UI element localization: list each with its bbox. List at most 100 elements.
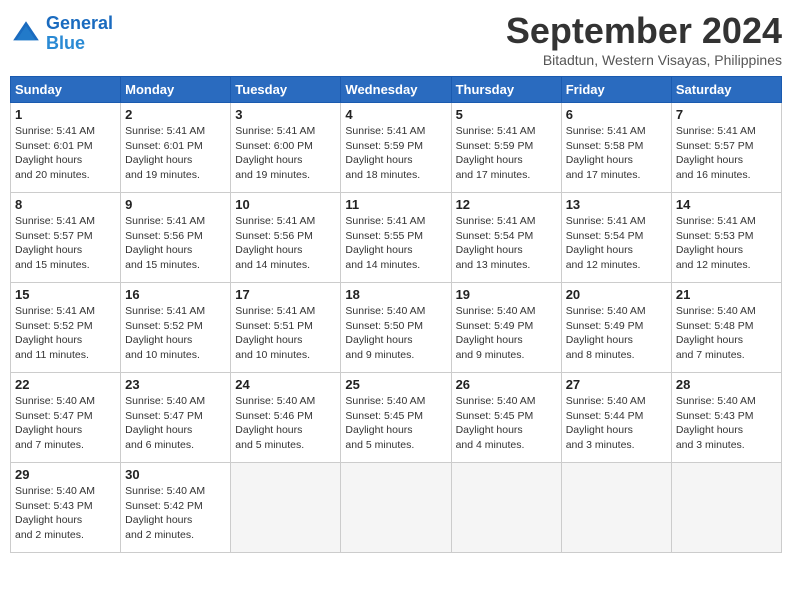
calendar-cell: 23Sunrise: 5:40 AMSunset: 5:47 PMDayligh… [121, 373, 231, 463]
calendar-cell: 12 Sunrise: 5:41 AMSunset: 5:54 PMDayligh… [451, 193, 561, 283]
day-number: 7 [676, 107, 777, 122]
day-number: 5 [456, 107, 557, 122]
day-number: 27 [566, 377, 667, 392]
day-number: 23 [125, 377, 226, 392]
day-info: Sunrise: 5:40 AMSunset: 5:44 PMDaylight … [566, 394, 667, 453]
col-thursday: Thursday [451, 77, 561, 103]
calendar-cell: 3 Sunrise: 5:41 AMSunset: 6:00 PMDaylight… [231, 103, 341, 193]
day-number: 29 [15, 467, 116, 482]
calendar-week-3: 15Sunrise: 5:41 AMSunset: 5:52 PMDayligh… [11, 283, 782, 373]
day-number: 2 [125, 107, 226, 122]
calendar-cell: 26 Sunrise: 5:40 AMSunset: 5:45 PMDayligh… [451, 373, 561, 463]
day-info: Sunrise: 5:40 AMSunset: 5:50 PMDaylight … [345, 304, 446, 363]
day-number: 17 [235, 287, 336, 302]
day-number: 11 [345, 197, 446, 212]
calendar-cell: 25Sunrise: 5:40 AMSunset: 5:45 PMDayligh… [341, 373, 451, 463]
calendar-week-4: 22 Sunrise: 5:40 AMSunset: 5:47 PMDayligh… [11, 373, 782, 463]
calendar-cell: 11 Sunrise: 5:41 AMSunset: 5:55 PMDayligh… [341, 193, 451, 283]
logo: General Blue [10, 14, 113, 54]
calendar-cell: 20 Sunrise: 5:40 AMSunset: 5:49 PMDayligh… [561, 283, 671, 373]
day-number: 9 [125, 197, 226, 212]
day-info: Sunrise: 5:40 AMSunset: 5:45 PMDaylight … [456, 394, 557, 453]
day-info: Sunrise: 5:40 AMSunset: 5:46 PMDaylight … [235, 394, 336, 453]
calendar-cell: 27 Sunrise: 5:40 AMSunset: 5:44 PMDayligh… [561, 373, 671, 463]
day-info: Sunrise: 5:40 AMSunset: 5:48 PMDaylight … [676, 304, 777, 363]
day-info: Sunrise: 5:41 AMSunset: 5:56 PMDaylight … [235, 214, 336, 273]
calendar-cell: 5 Sunrise: 5:41 AMSunset: 5:59 PMDaylight… [451, 103, 561, 193]
logo-text: General Blue [46, 14, 113, 54]
col-monday: Monday [121, 77, 231, 103]
calendar-week-1: 1 Sunrise: 5:41 AMSunset: 6:01 PMDaylight… [11, 103, 782, 193]
calendar-cell: 9 Sunrise: 5:41 AMSunset: 5:56 PMDaylight… [121, 193, 231, 283]
calendar-cell: 4Sunrise: 5:41 AMSunset: 5:59 PMDaylight… [341, 103, 451, 193]
calendar-cell: 21 Sunrise: 5:40 AMSunset: 5:48 PMDayligh… [671, 283, 781, 373]
day-info: Sunrise: 5:40 AMSunset: 5:43 PMDaylight … [676, 394, 777, 453]
day-info: Sunrise: 5:41 AMSunset: 5:59 PMDaylight … [456, 124, 557, 183]
calendar-cell: 17 Sunrise: 5:41 AMSunset: 5:51 PMDayligh… [231, 283, 341, 373]
day-info: Sunrise: 5:41 AMSunset: 5:52 PMDaylight … [15, 304, 116, 363]
calendar-cell: 28 Sunrise: 5:40 AMSunset: 5:43 PMDayligh… [671, 373, 781, 463]
day-number: 25 [345, 377, 446, 392]
calendar-cell [231, 463, 341, 553]
calendar-cell: 8 Sunrise: 5:41 AMSunset: 5:57 PMDaylight… [11, 193, 121, 283]
day-info: Sunrise: 5:41 AMSunset: 5:54 PMDaylight … [456, 214, 557, 273]
calendar-cell: 14Sunrise: 5:41 AMSunset: 5:53 PMDayligh… [671, 193, 781, 283]
day-number: 21 [676, 287, 777, 302]
day-number: 14 [676, 197, 777, 212]
day-info: Sunrise: 5:41 AMSunset: 6:01 PMDaylight … [125, 124, 226, 183]
calendar-cell: 22 Sunrise: 5:40 AMSunset: 5:47 PMDayligh… [11, 373, 121, 463]
day-info: Sunrise: 5:41 AMSunset: 5:55 PMDaylight … [345, 214, 446, 273]
day-info: Sunrise: 5:41 AMSunset: 5:57 PMDaylight … [15, 214, 116, 273]
col-saturday: Saturday [671, 77, 781, 103]
day-number: 26 [456, 377, 557, 392]
calendar-cell: 7 Sunrise: 5:41 AMSunset: 5:57 PMDaylight… [671, 103, 781, 193]
day-number: 1 [15, 107, 116, 122]
day-info: Sunrise: 5:41 AMSunset: 5:54 PMDaylight … [566, 214, 667, 273]
day-info: Sunrise: 5:41 AMSunset: 6:01 PMDaylight … [15, 124, 116, 183]
calendar-cell: 19Sunrise: 5:40 AMSunset: 5:49 PMDayligh… [451, 283, 561, 373]
day-info: Sunrise: 5:41 AMSunset: 5:58 PMDaylight … [566, 124, 667, 183]
calendar-cell: 10 Sunrise: 5:41 AMSunset: 5:56 PMDayligh… [231, 193, 341, 283]
day-number: 22 [15, 377, 116, 392]
day-info: Sunrise: 5:41 AMSunset: 5:56 PMDaylight … [125, 214, 226, 273]
day-number: 8 [15, 197, 116, 212]
day-number: 20 [566, 287, 667, 302]
calendar-cell: 16 Sunrise: 5:41 AMSunset: 5:52 PMDayligh… [121, 283, 231, 373]
calendar-cell: 6 Sunrise: 5:41 AMSunset: 5:58 PMDaylight… [561, 103, 671, 193]
calendar-cell: 15Sunrise: 5:41 AMSunset: 5:52 PMDayligh… [11, 283, 121, 373]
calendar-cell [451, 463, 561, 553]
day-number: 24 [235, 377, 336, 392]
day-number: 4 [345, 107, 446, 122]
day-info: Sunrise: 5:41 AMSunset: 5:52 PMDaylight … [125, 304, 226, 363]
day-number: 10 [235, 197, 336, 212]
day-number: 13 [566, 197, 667, 212]
day-info: Sunrise: 5:40 AMSunset: 5:49 PMDaylight … [456, 304, 557, 363]
location-subtitle: Bitadtun, Western Visayas, Philippines [506, 52, 782, 68]
day-info: Sunrise: 5:40 AMSunset: 5:49 PMDaylight … [566, 304, 667, 363]
day-number: 16 [125, 287, 226, 302]
calendar-week-2: 8 Sunrise: 5:41 AMSunset: 5:57 PMDaylight… [11, 193, 782, 283]
day-info: Sunrise: 5:41 AMSunset: 5:57 PMDaylight … [676, 124, 777, 183]
title-block: September 2024 Bitadtun, Western Visayas… [506, 10, 782, 68]
day-info: Sunrise: 5:40 AMSunset: 5:43 PMDaylight … [15, 484, 116, 543]
day-info: Sunrise: 5:40 AMSunset: 5:47 PMDaylight … [15, 394, 116, 453]
day-number: 6 [566, 107, 667, 122]
calendar-cell [561, 463, 671, 553]
day-number: 3 [235, 107, 336, 122]
calendar-cell: 30Sunrise: 5:40 AMSunset: 5:42 PMDayligh… [121, 463, 231, 553]
calendar-cell [671, 463, 781, 553]
col-sunday: Sunday [11, 77, 121, 103]
calendar-cell: 18Sunrise: 5:40 AMSunset: 5:50 PMDayligh… [341, 283, 451, 373]
calendar-header-row: Sunday Monday Tuesday Wednesday Thursday… [11, 77, 782, 103]
day-number: 12 [456, 197, 557, 212]
day-number: 28 [676, 377, 777, 392]
col-friday: Friday [561, 77, 671, 103]
month-title: September 2024 [506, 10, 782, 52]
calendar-week-5: 29 Sunrise: 5:40 AMSunset: 5:43 PMDayligh… [11, 463, 782, 553]
day-info: Sunrise: 5:41 AMSunset: 6:00 PMDaylight … [235, 124, 336, 183]
calendar-cell: 13 Sunrise: 5:41 AMSunset: 5:54 PMDayligh… [561, 193, 671, 283]
day-info: Sunrise: 5:41 AMSunset: 5:51 PMDaylight … [235, 304, 336, 363]
col-tuesday: Tuesday [231, 77, 341, 103]
page-header: General Blue September 2024 Bitadtun, We… [10, 10, 782, 68]
calendar-cell: 2 Sunrise: 5:41 AMSunset: 6:01 PMDaylight… [121, 103, 231, 193]
